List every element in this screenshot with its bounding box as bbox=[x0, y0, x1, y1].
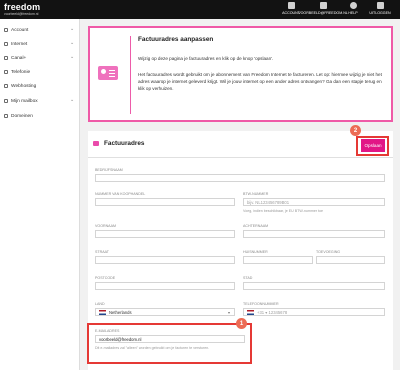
sidebar-item-domeinen[interactable]: Domeinen bbox=[0, 110, 80, 122]
nl-flag-icon bbox=[247, 309, 254, 315]
info-card: Factuuradres aanpassen Wijzig op deze pa… bbox=[88, 26, 393, 122]
topnav-email[interactable]: VOORBEELD@FREEDOM.NL bbox=[298, 2, 348, 15]
stad-label: STAD bbox=[243, 276, 253, 280]
sidebar-item-canalplus[interactable]: Canal+ ⌄ bbox=[0, 52, 80, 64]
tv-icon bbox=[4, 56, 8, 60]
chevron-down-icon: ⌄ bbox=[69, 41, 74, 46]
btw-hint: Voeg, indien beschikbaar, je EU BTW-numm… bbox=[243, 209, 324, 213]
btw-input[interactable]: bijv. NL123456789B01 bbox=[243, 198, 385, 206]
toevoeging-input[interactable] bbox=[316, 256, 385, 264]
form-header: Factuuradres Opslaan bbox=[88, 131, 393, 158]
topnav-logout[interactable]: UITLOGGEN bbox=[365, 2, 395, 15]
id-card-icon bbox=[98, 66, 118, 80]
freedom-logo[interactable]: freedom bbox=[4, 2, 40, 12]
postcode-label: POSTCODE bbox=[95, 276, 116, 280]
telefoon-label: TELEFOONNUMMER bbox=[243, 302, 279, 306]
account-icon bbox=[4, 28, 8, 32]
top-bar: freedom voorbeeld@freedom.nl ACCOUNT VOO… bbox=[0, 0, 400, 19]
nl-flag-icon bbox=[99, 309, 106, 315]
btw-label: BTW-NUMMER bbox=[243, 192, 269, 196]
server-icon bbox=[4, 84, 8, 88]
sidebar-item-telefonie[interactable]: Telefonie bbox=[0, 66, 80, 78]
stad-input[interactable] bbox=[243, 282, 385, 290]
sidebar: Account ⌄ Internet ⌄ Canal+ ⌄ Telefonie … bbox=[0, 19, 80, 370]
voornaam-input[interactable] bbox=[95, 230, 235, 238]
sidebar-item-mailbox[interactable]: Mijn mailbox ⌄ bbox=[0, 95, 80, 107]
phone-icon bbox=[4, 70, 8, 74]
step-badge-2: 2 bbox=[350, 125, 361, 136]
step-badge-1: 1 bbox=[236, 318, 247, 329]
help-icon bbox=[349, 2, 357, 9]
postcode-input[interactable] bbox=[95, 282, 235, 290]
mail-icon bbox=[319, 2, 327, 9]
sidebar-item-account[interactable]: Account ⌄ bbox=[0, 24, 80, 36]
land-select[interactable]: Netherlands ▾ bbox=[95, 308, 235, 316]
voornaam-label: VOORNAAM bbox=[95, 224, 116, 228]
divider bbox=[130, 36, 131, 114]
huisnummer-label: HUISNUMMER bbox=[243, 250, 268, 254]
info-paragraph-1: Wijzig op deze pagina je factuuradres en… bbox=[138, 56, 274, 61]
achternaam-label: ACHTERNAAM bbox=[243, 224, 269, 228]
telefoon-input[interactable]: +31 ▾ 12345678 bbox=[243, 308, 385, 316]
huisnummer-input[interactable] bbox=[243, 256, 313, 264]
email-highlight bbox=[87, 323, 252, 364]
internet-icon bbox=[4, 42, 8, 46]
globe-icon bbox=[4, 114, 8, 118]
chevron-down-icon: ⌄ bbox=[69, 27, 74, 32]
info-paragraph-2: Het factuuradres wordt gebruikt om je ab… bbox=[138, 72, 382, 91]
straat-label: STRAAT bbox=[95, 250, 109, 254]
topnav-help[interactable]: HELP bbox=[343, 2, 363, 15]
user-icon bbox=[287, 2, 295, 9]
bedrijfsnaam-input[interactable] bbox=[95, 174, 385, 182]
sidebar-item-internet[interactable]: Internet ⌄ bbox=[0, 38, 80, 50]
logout-icon bbox=[376, 2, 384, 9]
mailbox-icon bbox=[4, 99, 8, 103]
kvk-input[interactable] bbox=[95, 198, 235, 206]
chevron-down-icon: ▾ bbox=[227, 310, 230, 315]
achternaam-input[interactable] bbox=[243, 230, 385, 238]
toevoeging-label: TOEVOEGING bbox=[316, 250, 341, 254]
kvk-label: NUMMER VAN KOOPHANDEL bbox=[95, 192, 146, 196]
logo-subtitle: voorbeeld@freedom.nl bbox=[4, 12, 39, 16]
land-label: LAND bbox=[95, 302, 105, 306]
save-highlight bbox=[356, 136, 389, 156]
info-title: Factuuradres aanpassen bbox=[138, 36, 214, 43]
address-card-icon bbox=[93, 141, 99, 146]
straat-input[interactable] bbox=[95, 256, 235, 264]
bedrijfsnaam-label: BEDRIJFSNAAM bbox=[95, 168, 123, 172]
chevron-down-icon: ⌄ bbox=[69, 55, 74, 60]
sidebar-item-webhosting[interactable]: Webhosting bbox=[0, 80, 80, 92]
chevron-down-icon: ⌄ bbox=[69, 98, 74, 103]
form-title: Factuuradres bbox=[104, 140, 145, 147]
